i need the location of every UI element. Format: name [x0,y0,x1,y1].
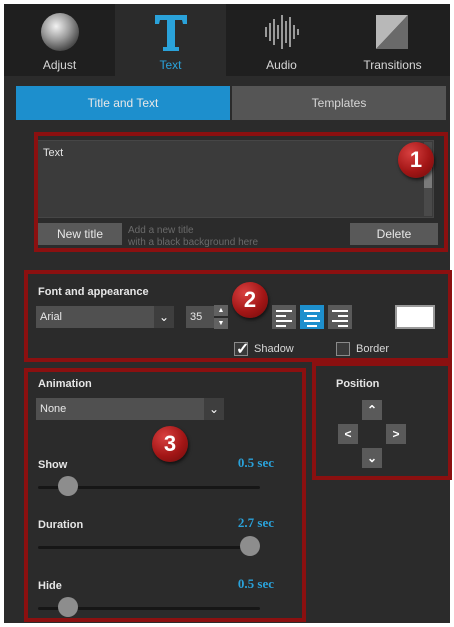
tab-label: Text [159,58,182,72]
shadow-checkbox[interactable]: ✓ [234,341,250,358]
text-editor-panel: Adjust Text Audio Transitions Title and … [4,4,452,623]
new-title-button[interactable]: New title [38,223,122,245]
show-label: Show [38,459,68,471]
animation-value: None [40,403,67,415]
duration-slider-track[interactable] [38,546,260,549]
tab-label: Adjust [42,58,77,72]
font-size-input[interactable]: 35 [186,306,214,328]
move-down-icon[interactable]: ⌄ [362,448,382,468]
shadow-label: Shadow [254,343,294,355]
waveform-icon [264,15,299,49]
position-heading: Position [336,378,380,390]
font-section-heading: Font and appearance [38,286,149,298]
tab-audio[interactable]: Audio [226,4,337,76]
font-family-value: Arial [40,311,63,323]
new-title-hint: Add a new title with a black background … [128,225,259,248]
transition-icon [375,15,408,49]
duration-value: 2.7 sec [237,515,274,530]
tab-label: Audio [266,58,297,72]
chevron-down-icon: ⌄ [204,398,224,420]
sphere-icon [40,13,79,51]
callout-badge-2: 2 [232,282,268,318]
delete-button[interactable]: Delete [350,223,438,245]
border-checkbox[interactable] [336,342,350,356]
tab-label: Transitions [363,58,422,72]
move-up-icon[interactable]: ⌃ [362,400,382,420]
tab-transitions[interactable]: Transitions [337,4,448,76]
text-color-swatch[interactable] [395,305,435,329]
border-label: Border [356,343,390,355]
show-value: 0.5 sec [237,455,274,470]
hide-label: Hide [38,580,62,592]
callout-badge-1: 1 [398,142,434,178]
hide-value: 0.5 sec [237,576,274,591]
tab-adjust[interactable]: Adjust [4,4,115,76]
hide-slider-thumb[interactable] [58,597,78,617]
animation-heading: Animation [38,378,92,390]
font-family-select[interactable]: Arial ⌄ [36,306,174,328]
tab-bar: Adjust Text Audio Transitions [4,4,450,76]
animation-select[interactable]: None ⌄ [36,398,224,420]
checkmark-icon: ✓ [236,341,250,358]
duration-slider-thumb[interactable] [240,536,260,556]
title-text-input[interactable]: Text [36,140,434,218]
chevron-down-icon: ⌄ [154,306,174,328]
duration-label: Duration [38,519,84,531]
align-left-button[interactable] [272,305,296,329]
tab-text[interactable]: Text [115,4,226,76]
text-icon [154,15,187,51]
decrease-icon[interactable]: ▼ [214,318,228,329]
subtab-title-and-text[interactable]: Title and Text [16,86,230,120]
increase-icon[interactable]: ▲ [214,305,228,316]
subtab-templates[interactable]: Templates [232,86,446,120]
align-center-button[interactable] [300,305,324,329]
move-right-icon[interactable]: > [386,424,406,444]
align-right-button[interactable] [328,305,352,329]
callout-badge-3: 3 [152,426,188,462]
move-left-icon[interactable]: < [338,424,358,444]
font-size-stepper[interactable]: ▲ ▼ [214,305,228,329]
callout-frame-position [312,362,452,480]
show-slider-thumb[interactable] [58,476,78,496]
